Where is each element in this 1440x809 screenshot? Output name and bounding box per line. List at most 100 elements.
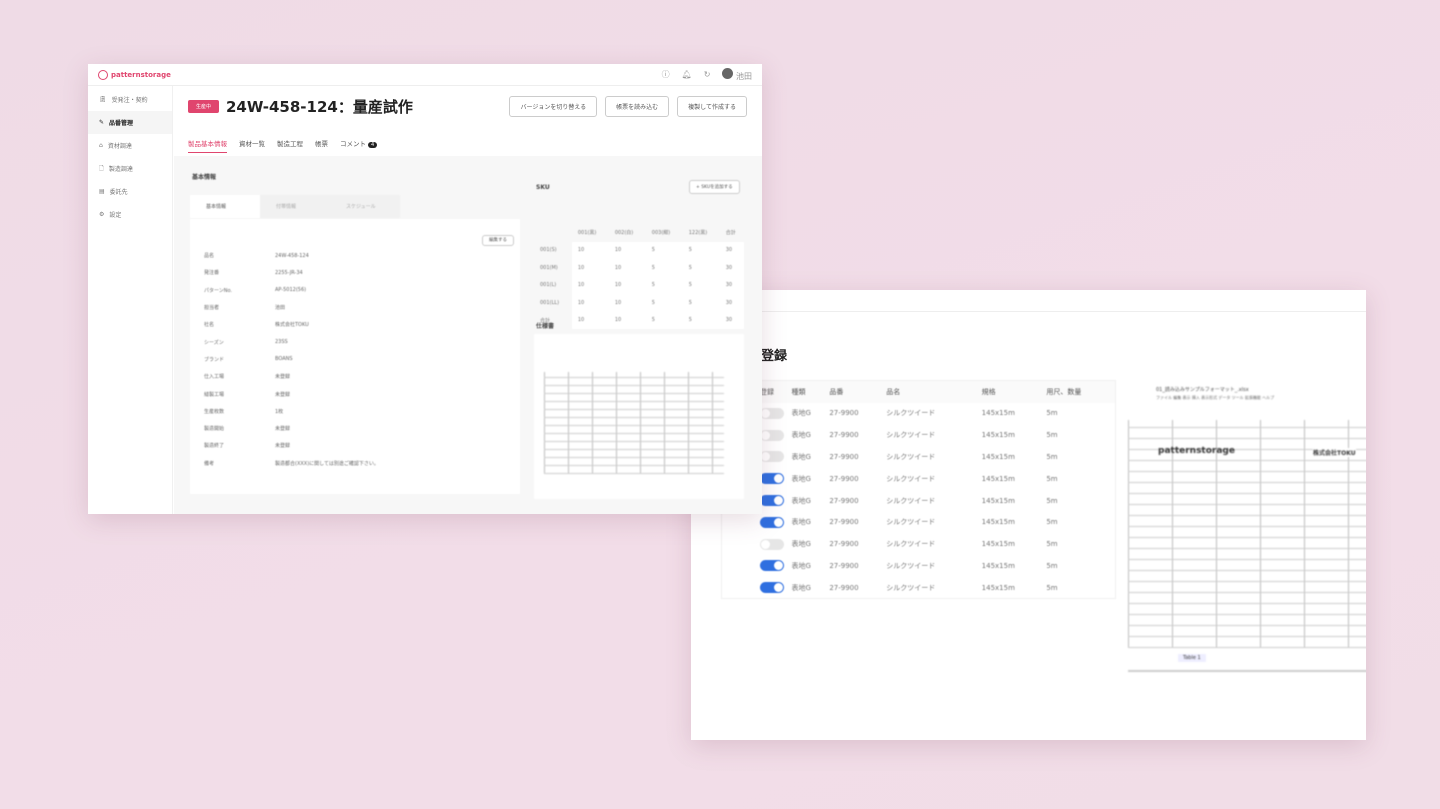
sku-cell: 10: [571, 276, 609, 294]
field-label: シーズン: [204, 339, 224, 346]
cell-spec: 145x15m: [981, 540, 1015, 549]
column-header: 品名: [886, 380, 982, 403]
spreadsheet-preview: 01_読み込みサンプルフォーマット_.xlsx ファイル 編集 表示 挿入 表示…: [1128, 380, 1366, 672]
tab[interactable]: 資材一覧: [239, 138, 265, 153]
field-value: 池田: [275, 305, 286, 312]
card-tab[interactable]: スケジュール: [330, 195, 400, 218]
cell-code: 27-9900: [829, 431, 859, 440]
cell-spec: 145x15m: [981, 409, 1015, 418]
sheet-tab[interactable]: Table 1: [1178, 654, 1206, 662]
cell-qty: 5m: [1046, 540, 1058, 549]
sku-cell: 30: [719, 294, 744, 312]
sidebar-item[interactable]: ⚙︎ 設定: [88, 203, 172, 226]
sku-cell: 10: [608, 241, 646, 259]
sku-col-header: 001(黒): [577, 230, 597, 237]
edit-button[interactable]: 編集する: [482, 235, 514, 246]
field-row: 社名 株式会社TOKU: [190, 316, 520, 333]
sheet-company: 株式会社TOKU: [1313, 448, 1356, 457]
cell-type: 表地G: [791, 496, 811, 505]
sku-cell: 30: [719, 241, 744, 259]
register-toggle[interactable]: [760, 495, 784, 507]
register-toggle[interactable]: [760, 451, 784, 463]
field-value: 2255-JR-34: [275, 269, 303, 276]
section-title: 基本情報: [192, 174, 217, 181]
cell-name: シルクツイード: [886, 496, 936, 505]
sidebar-item[interactable]: ⌂ 資材調達: [88, 134, 172, 157]
toggle-cell: [722, 555, 792, 577]
field-row: 縫製工場 未登録: [190, 385, 520, 402]
sku-cell: 10: [571, 311, 609, 329]
register-toggle[interactable]: [760, 582, 784, 594]
sku-row-header: 001(L): [540, 282, 557, 289]
sku-row: 合計 10 10 5 5 30: [534, 311, 744, 329]
tab[interactable]: 製造工程: [277, 138, 303, 153]
sidebar-item[interactable]: ✎ 品番管理: [88, 111, 172, 134]
register-toggle[interactable]: [760, 560, 784, 572]
sidebar-item-label: 資材調達: [107, 143, 132, 150]
cell-spec: 145x15m: [981, 518, 1015, 527]
register-toggle[interactable]: [760, 516, 784, 528]
sku-cell: 10: [608, 294, 646, 312]
sku-cell: 5: [645, 241, 683, 259]
register-toggle[interactable]: [760, 429, 784, 441]
register-toggle[interactable]: [760, 407, 784, 419]
add-sku-button[interactable]: + SKUを追加する: [689, 180, 740, 194]
cell-spec: 145x15m: [981, 496, 1015, 505]
history-icon[interactable]: ↻: [704, 70, 711, 79]
tab-label: 資材一覧: [239, 140, 265, 148]
cell-code: 27-9900: [829, 452, 859, 461]
sidebar-item-label: 受発注・契約: [111, 97, 148, 104]
help-icon[interactable]: ⓘ: [662, 69, 670, 80]
sidebar-item[interactable]: 📋︎ 受発注・契約: [88, 88, 172, 111]
field-label: 縫製工場: [204, 391, 225, 398]
card-tab[interactable]: 付帯情報: [260, 195, 330, 218]
bell-icon[interactable]: 🔔︎: [682, 70, 692, 79]
sidebar-item[interactable]: 🗋︎ 製造調達: [88, 157, 172, 180]
cell-type: 表地G: [791, 583, 811, 592]
field-row: 生産枚数 1枚: [190, 403, 520, 420]
card-tab[interactable]: 基本情報: [190, 195, 260, 218]
main-content: 生産中 24W-458-124：量産試作 バージョンを切り替える 帳票を読み込む複…: [174, 86, 762, 514]
field-row: 製造開始 未登録: [190, 420, 520, 437]
header: patternstorage ⓘ 🔔︎ ↻ 池田: [88, 64, 762, 86]
tab-label: 帳票: [315, 140, 328, 148]
tab[interactable]: 帳票: [315, 138, 328, 153]
cell-name: シルクツイード: [886, 583, 936, 592]
tab-label: 製品基本情報: [188, 140, 227, 148]
register-toggle[interactable]: [760, 473, 784, 485]
table-row: 表地G 27-9900 シルクツイード 145x15m 5m: [722, 511, 1116, 533]
table-row: 表地G 27-9900 シルクツイード 145x15m 5m: [722, 468, 1116, 490]
cell-name: シルクツイード: [886, 452, 936, 461]
table-row: 表地G 27-9900 シルクツイード 145x15m 5m: [722, 446, 1116, 468]
sidebar-icon: ✎: [99, 119, 105, 126]
user-menu[interactable]: 池田: [722, 67, 752, 82]
cell-qty: 5m: [1046, 431, 1058, 440]
basic-info-card: 編集する 品名 24W-458-124 発注番 2255-JR-34 パターンNo. AP…: [190, 219, 520, 494]
sidebar-icon: ⚙︎: [99, 211, 105, 218]
sku-cell: 10: [608, 259, 646, 277]
sidebar-item[interactable]: ▤ 委託先: [88, 180, 172, 203]
sku-col-header: 002(白): [614, 230, 634, 237]
field-row: 備考 製造都合(XXX)に関しては別途ご確認下さい。: [190, 455, 520, 472]
sidebar-icon: 📋︎: [99, 96, 107, 103]
sidebar-item-label: 製造調達: [108, 166, 133, 173]
field-value: AP-5012(56): [275, 287, 307, 294]
field-row: シーズン 23SS: [190, 333, 520, 350]
tab[interactable]: 製品基本情報: [188, 138, 227, 153]
sku-row-header: 001(S): [540, 247, 557, 254]
sku-row: 001(L) 10 10 5 5 30: [534, 276, 744, 294]
action-button[interactable]: バージョンを切り替える: [509, 96, 598, 117]
status-badge: 生産中: [188, 100, 220, 113]
register-toggle[interactable]: [760, 538, 784, 550]
sku-row-header: 001(LL): [540, 299, 560, 306]
tab[interactable]: コメント 4: [340, 138, 378, 153]
action-button[interactable]: 複製して作成する: [677, 96, 747, 117]
sku-col-header: 003(紺): [651, 230, 671, 237]
cell-name: シルクツイード: [886, 474, 936, 483]
cell-type: 表地G: [791, 518, 811, 527]
sku-cell: 10: [571, 259, 609, 277]
sku-col-header: 122(黒): [688, 230, 708, 237]
sidebar-item-label: 委託先: [109, 189, 128, 196]
cell-type: 表地G: [791, 409, 811, 418]
action-button[interactable]: 帳票を読み込む: [605, 96, 670, 117]
